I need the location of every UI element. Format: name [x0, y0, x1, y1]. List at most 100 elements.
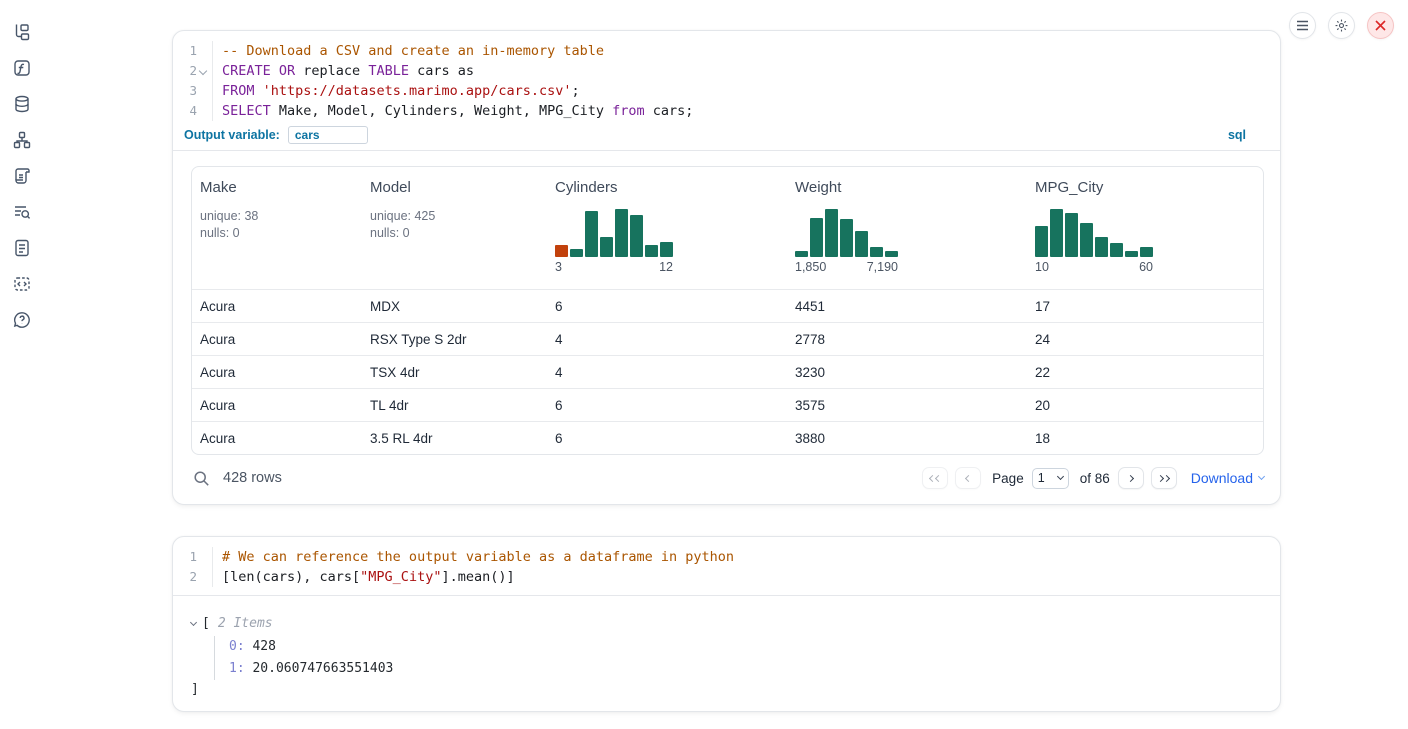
table-row[interactable]: AcuraMDX6445117 — [192, 289, 1263, 322]
sql-cell: 1 -- Download a CSV and create an in-memo… — [172, 30, 1281, 505]
table-cell: 22 — [1027, 356, 1263, 388]
table-row[interactable]: Acura3.5 RL 4dr6388018 — [192, 421, 1263, 454]
histogram-bar[interactable] — [885, 251, 898, 257]
code-line: 1 -- Download a CSV and create an in-memo… — [173, 41, 1280, 61]
histogram-bar[interactable] — [1140, 247, 1153, 257]
code-line: 1# We can reference the output variable … — [173, 547, 1280, 567]
fold-slot — [197, 41, 210, 61]
histogram-bar[interactable] — [585, 211, 598, 257]
fold-slot — [197, 81, 210, 101]
previous-page-button[interactable] — [955, 467, 981, 489]
histogram-bar[interactable] — [630, 215, 643, 257]
histogram-axis: 312 — [555, 260, 673, 274]
histogram-bars — [795, 207, 898, 257]
documentation-icon[interactable] — [12, 238, 32, 258]
histogram-max-label: 12 — [659, 260, 673, 274]
next-page-button[interactable] — [1118, 467, 1144, 489]
column-stats: unique: 38nulls: 0 — [200, 208, 354, 241]
line-number: 4 — [173, 101, 197, 121]
functions-icon[interactable] — [12, 58, 32, 78]
column-header[interactable]: Modelunique: 425nulls: 0 — [362, 167, 547, 289]
code-text: -- Download a CSV and create an in-memor… — [212, 41, 604, 61]
code-line: 2 CREATE OR replace TABLE cars as — [173, 61, 1280, 81]
column-header[interactable]: MPG_City1060 — [1027, 167, 1263, 289]
chevron-down-icon — [1258, 473, 1265, 480]
histogram-bar[interactable] — [555, 245, 568, 257]
histogram-bar[interactable] — [1110, 243, 1123, 257]
first-page-button[interactable] — [922, 467, 948, 489]
histogram-bar[interactable] — [825, 209, 838, 257]
table-cell: 2778 — [787, 323, 1027, 355]
output-variable-input[interactable] — [288, 126, 368, 144]
table-cell: 6 — [547, 422, 787, 454]
column-header[interactable]: Cylinders312 — [547, 167, 787, 289]
code-text: FROM 'https://datasets.marimo.app/cars.c… — [212, 81, 580, 101]
sql-editor-footer: Output variable: sql — [173, 123, 1280, 151]
language-badge: sql — [1228, 128, 1246, 142]
close-icon[interactable] — [1367, 12, 1394, 39]
logs-icon[interactable] — [12, 202, 32, 222]
fold-slot — [197, 567, 210, 587]
tree-entry-value: 428 — [245, 639, 276, 654]
line-number: 2 — [173, 567, 197, 587]
scratchpad-icon[interactable] — [12, 166, 32, 186]
column-header[interactable]: Make unique: 38nulls: 0 — [192, 167, 362, 289]
help-icon[interactable] — [12, 310, 32, 330]
table-cell: 20 — [1027, 389, 1263, 421]
table-row[interactable]: AcuraTL 4dr6357520 — [192, 388, 1263, 421]
histogram-bar[interactable] — [645, 245, 658, 257]
python-output: [ 2 Items 0: 4281: 20.060747663551403 ] — [173, 596, 1280, 700]
table-body: AcuraMDX6445117AcuraRSX Type S 2dr427782… — [192, 289, 1263, 454]
histogram-bar[interactable] — [570, 249, 583, 257]
histogram-bar[interactable] — [795, 251, 808, 257]
histogram-bar[interactable] — [1050, 209, 1063, 257]
table-cell: TL 4dr — [362, 389, 547, 421]
table-row[interactable]: AcuraTSX 4dr4323022 — [192, 355, 1263, 388]
histogram-bar[interactable] — [600, 237, 613, 257]
dependency-graph-icon[interactable] — [12, 130, 32, 150]
histogram-bar[interactable] — [1125, 251, 1138, 257]
histogram-bar[interactable] — [840, 219, 853, 257]
snippets-icon[interactable] — [12, 274, 32, 294]
line-number: 1 — [173, 41, 197, 61]
last-page-button[interactable] — [1151, 467, 1177, 489]
fold-chevron-icon[interactable] — [199, 67, 207, 75]
sql-code-editor[interactable]: 1 -- Download a CSV and create an in-memo… — [173, 31, 1280, 123]
database-icon[interactable] — [12, 94, 32, 114]
column-header[interactable]: Weight1,8507,190 — [787, 167, 1027, 289]
table-cell: 4 — [547, 356, 787, 388]
menu-icon[interactable] — [1289, 12, 1316, 39]
tree-items-count: 2 Items — [218, 614, 273, 634]
page-select[interactable]: 1 — [1032, 468, 1069, 489]
histogram-bar[interactable] — [1080, 223, 1093, 257]
download-button[interactable]: Download — [1191, 470, 1264, 486]
code-text: CREATE OR replace TABLE cars as — [212, 61, 474, 81]
table-cell: Acura — [192, 422, 362, 454]
page-of-label: of 86 — [1080, 471, 1110, 486]
histogram-bar[interactable] — [660, 242, 673, 257]
table-cell: 6 — [547, 290, 787, 322]
histogram-bar[interactable] — [810, 218, 823, 257]
histogram-bar[interactable] — [1095, 237, 1108, 257]
histogram-bar[interactable] — [1035, 226, 1048, 257]
python-code-editor[interactable]: 1# We can reference the output variable … — [173, 537, 1280, 596]
table-cell: 4 — [547, 323, 787, 355]
table-cell: 24 — [1027, 323, 1263, 355]
settings-gear-icon[interactable] — [1328, 12, 1355, 39]
table-cell: 3880 — [787, 422, 1027, 454]
histogram-bar[interactable] — [855, 231, 868, 257]
tree-entry: 0: 428 — [229, 636, 1262, 658]
fold-slot — [197, 101, 210, 121]
histogram-bar[interactable] — [615, 209, 628, 257]
column-name: Make — [200, 179, 354, 201]
column-stats: unique: 425nulls: 0 — [370, 208, 539, 241]
search-icon[interactable] — [193, 470, 210, 487]
line-number: 2 — [173, 61, 197, 81]
table-row[interactable]: AcuraRSX Type S 2dr4277824 — [192, 322, 1263, 355]
tree-collapse-icon[interactable] — [190, 619, 197, 626]
file-tree-icon[interactable] — [12, 22, 32, 42]
code-text: [len(cars), cars["MPG_City"].mean()] — [212, 567, 515, 587]
histogram-bar[interactable] — [1065, 213, 1078, 257]
histogram-bar[interactable] — [870, 247, 883, 257]
data-table: Make unique: 38nulls: 0Modelunique: 425nu… — [191, 166, 1264, 455]
